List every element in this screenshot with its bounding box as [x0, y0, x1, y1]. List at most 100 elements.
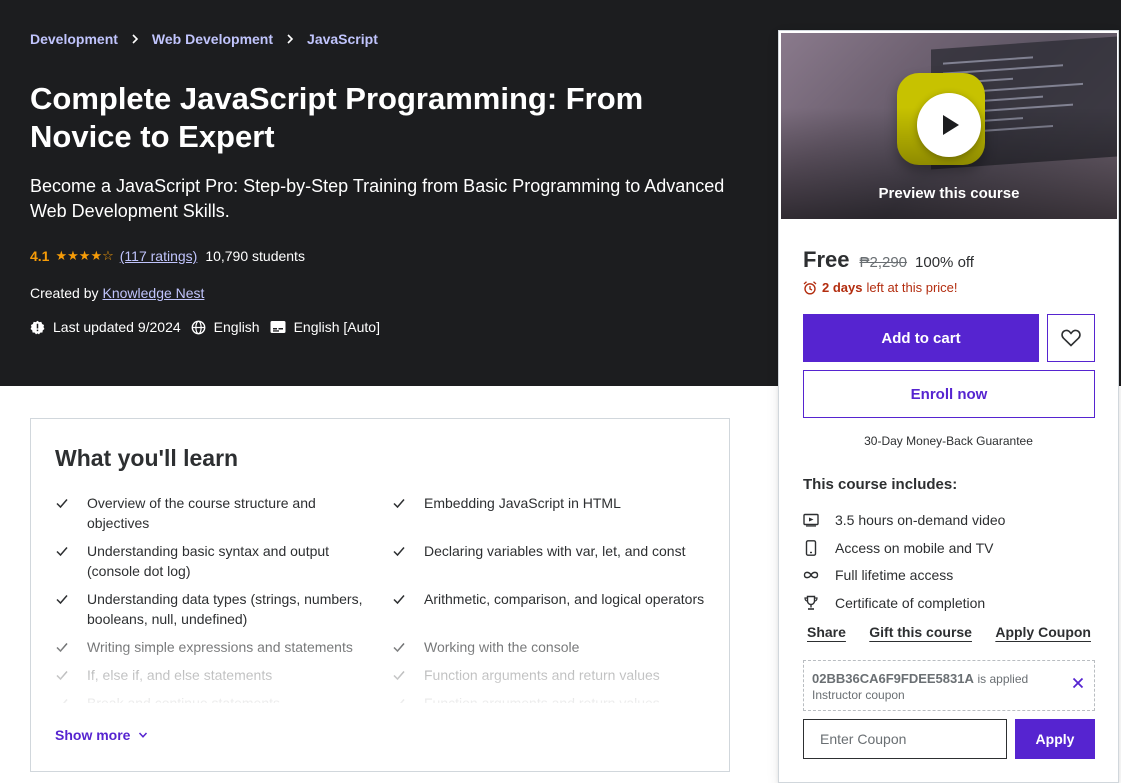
chevron-right-icon [287, 34, 294, 44]
learn-item: Break and continue statements [55, 693, 392, 703]
timer-days: 2 days [822, 280, 863, 295]
learn-item-text: Declaring variables with var, let, and c… [424, 543, 686, 559]
course-preview-video[interactable]: Preview this course [781, 33, 1117, 219]
check-icon [393, 547, 405, 557]
closed-captions-icon [270, 321, 286, 333]
check-icon [57, 699, 68, 703]
learn-item: Declaring variables with var, let, and c… [392, 541, 705, 581]
apply-button[interactable]: Apply [1015, 719, 1095, 759]
learn-item-text: Function arguments and return values [424, 667, 660, 683]
trophy-icon [804, 595, 818, 610]
price-row: Free ₱2,290 100% off [803, 247, 974, 273]
learn-list: Overview of the course structure and obj… [55, 493, 705, 703]
rating-row: 4.1 ★★★★☆ (117 ratings) 10,790 students [30, 248, 305, 264]
chevron-down-icon [139, 732, 148, 738]
includes-item-label: Full lifetime access [835, 567, 954, 584]
check-icon [393, 643, 405, 653]
remove-coupon-button[interactable] [1070, 675, 1086, 691]
last-updated: Last updated 9/2024 [30, 319, 181, 335]
created-by-label: Created by [30, 285, 99, 301]
learn-item: Overview of the course structure and obj… [55, 493, 392, 533]
globe-icon [191, 320, 206, 334]
includes-title: This course includes: [803, 476, 958, 493]
coupon-type: Instructor coupon [812, 688, 905, 702]
course-title: Complete JavaScript Programming: From No… [30, 81, 644, 154]
created-by-row: Created by Knowledge Nest [30, 285, 204, 301]
star-icon: ★ [67, 248, 79, 263]
check-icon [393, 595, 405, 605]
show-more-label: Show more [55, 727, 131, 743]
money-back-guarantee: 30-Day Money-Back Guarantee [864, 434, 1033, 448]
alert-badge-icon [30, 320, 45, 334]
rating-stars: ★★★★☆ [55, 248, 113, 264]
play-icon [943, 115, 959, 135]
course-subtitle: Become a JavaScript Pro: Step-by-Step Tr… [30, 176, 725, 221]
share-button[interactable]: Share [807, 624, 846, 640]
learn-item: Arithmetic, comparison, and logical oper… [392, 589, 705, 629]
check-icon [56, 547, 68, 557]
check-icon [393, 499, 405, 509]
learn-item-text: Writing simple expressions and statement… [87, 639, 353, 655]
breadcrumb-javascript[interactable]: JavaScript [307, 31, 378, 47]
learn-item: Understanding basic syntax and output (c… [55, 541, 392, 581]
ratings-count-link[interactable]: (117 ratings) [120, 248, 198, 264]
check-icon [56, 671, 68, 681]
show-more-button[interactable]: Show more [55, 727, 148, 743]
preview-label: Preview this course [878, 185, 1020, 202]
star-icon: ★ [90, 248, 103, 263]
learn-item-text: Break and continue statements [87, 695, 281, 703]
learn-item-text: Function arguments and return values [424, 695, 660, 703]
instructor-link[interactable]: Knowledge Nest [102, 285, 204, 301]
includes-item: 3.5 hours on-demand video [803, 506, 1005, 534]
check-icon [56, 643, 68, 653]
wishlist-button[interactable] [1047, 314, 1095, 362]
captions-text: English [Auto] [293, 319, 380, 335]
breadcrumb: Development Web Development JavaScript [30, 31, 378, 47]
learn-item: Function arguments and return values [392, 665, 705, 685]
students-count: 10,790 students [205, 248, 305, 264]
captions: English [Auto] [270, 319, 380, 335]
check-icon [394, 699, 405, 703]
learn-item: Function arguments and return values [392, 693, 705, 703]
star-outline-icon: ☆ [102, 248, 114, 263]
enroll-now-button[interactable]: Enroll now [803, 370, 1095, 418]
coupon-input[interactable] [803, 719, 1007, 759]
includes-item-label: Access on mobile and TV [835, 539, 994, 556]
rating-value: 4.1 [30, 248, 50, 264]
learn-heading: What you'll learn [55, 445, 239, 471]
mobile-icon [805, 539, 817, 556]
apply-coupon-link[interactable]: Apply Coupon [995, 624, 1091, 640]
play-button[interactable] [917, 93, 981, 157]
learn-item-text: Arithmetic, comparison, and logical oper… [424, 591, 705, 607]
language-text: English [213, 319, 260, 335]
close-icon [1072, 677, 1084, 689]
current-price: Free [803, 247, 850, 272]
chevron-right-icon [132, 34, 139, 44]
learn-item-text: If, else if, and else statements [87, 667, 273, 683]
infinity-icon [803, 571, 819, 579]
includes-list: 3.5 hours on-demand video Access on mobi… [803, 506, 1005, 617]
gift-course-button[interactable]: Gift this course [869, 624, 972, 640]
learn-item-text: Embedding JavaScript in HTML [424, 495, 621, 511]
includes-item-label: Certificate of completion [835, 594, 986, 611]
coupon-applied-text: is applied [977, 672, 1029, 686]
purchase-sidebar: Preview this course Free ₱2,290 100% off… [778, 30, 1119, 783]
language: English [191, 319, 260, 335]
course-meta-row: Last updated 9/2024 English English [Aut… [30, 319, 390, 335]
discount-percent: 100% off [915, 254, 974, 271]
original-price: ₱2,290 [859, 254, 908, 271]
learn-item: Writing simple expressions and statement… [55, 637, 392, 657]
timer-text: left at this price! [866, 280, 958, 295]
check-icon [393, 671, 405, 681]
breadcrumb-web-development[interactable]: Web Development [152, 31, 273, 47]
learn-item-text: Understanding basic syntax and output (c… [87, 543, 330, 579]
add-to-cart-button[interactable]: Add to cart [803, 314, 1039, 362]
video-icon [803, 513, 819, 527]
breadcrumb-development[interactable]: Development [30, 31, 118, 47]
learn-item: If, else if, and else statements [55, 665, 392, 685]
learn-item: Embedding JavaScript in HTML [392, 493, 705, 533]
coupon-code: 02BB36CA6F9FDEE5831A [812, 671, 974, 686]
learn-item-text: Working with the console [424, 639, 580, 655]
learn-item-text: Overview of the course structure and obj… [87, 495, 316, 531]
star-icon: ★ [55, 248, 68, 263]
